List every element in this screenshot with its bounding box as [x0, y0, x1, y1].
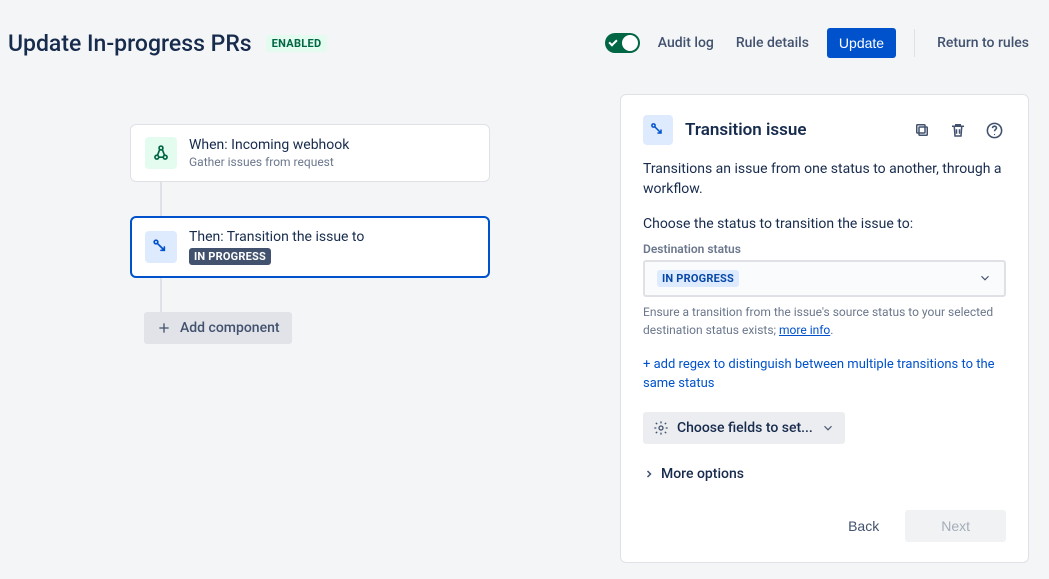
action-status-lozenge: IN PROGRESS: [189, 248, 271, 265]
transition-icon: [145, 231, 177, 263]
add-component-button[interactable]: Add component: [144, 312, 292, 344]
update-button[interactable]: Update: [827, 28, 896, 58]
webhook-icon: [145, 137, 177, 169]
header-bar: Update In-progress PRs ENABLED Audit log…: [0, 0, 1049, 74]
page-title: Update In-progress PRs: [8, 30, 252, 57]
choose-fields-label: Choose fields to set...: [677, 420, 813, 436]
divider: [914, 29, 915, 57]
chevron-down-icon: [978, 271, 992, 285]
rule-details-link[interactable]: Rule details: [732, 29, 813, 57]
more-options-toggle[interactable]: More options: [643, 466, 1006, 482]
component-panel: Transition issue Transitions: [620, 94, 1029, 563]
panel-title: Transition issue: [685, 120, 898, 140]
trigger-subtitle: Gather issues from request: [189, 155, 475, 169]
plus-icon: [156, 320, 172, 336]
chevron-down-icon: [821, 421, 835, 435]
destination-status-value: IN PROGRESS: [657, 270, 739, 287]
connector-line: [130, 278, 490, 312]
trigger-title: When: Incoming webhook: [189, 137, 475, 153]
action-title: Then: Transition the issue to: [189, 229, 475, 245]
chevron-right-icon: [643, 468, 655, 480]
panel-description: Transitions an issue from one status to …: [643, 159, 1006, 200]
enabled-badge: ENABLED: [266, 35, 328, 52]
gear-icon: [653, 420, 669, 436]
add-component-label: Add component: [180, 320, 280, 336]
transition-icon: [643, 115, 673, 145]
return-to-rules-link[interactable]: Return to rules: [933, 29, 1033, 57]
destination-status-select[interactable]: IN PROGRESS: [643, 260, 1006, 297]
audit-log-link[interactable]: Audit log: [654, 29, 718, 57]
rule-flow: When: Incoming webhook Gather issues fro…: [20, 94, 600, 563]
duplicate-icon[interactable]: [910, 118, 934, 142]
back-button[interactable]: Back: [834, 510, 893, 542]
destination-status-label: Destination status: [643, 242, 1006, 256]
choose-fields-button[interactable]: Choose fields to set...: [643, 412, 845, 444]
connector-line: [130, 182, 490, 216]
choose-status-label: Choose the status to transition the issu…: [643, 216, 1006, 232]
action-card[interactable]: Then: Transition the issue to IN PROGRES…: [130, 216, 490, 278]
help-icon[interactable]: [982, 118, 1006, 142]
destination-helper-text: Ensure a transition from the issue's sou…: [643, 303, 1006, 339]
next-button[interactable]: Next: [905, 510, 1006, 542]
add-regex-link[interactable]: + add regex to distinguish between multi…: [643, 355, 1006, 394]
more-options-label: More options: [661, 466, 744, 482]
more-info-link[interactable]: more info: [779, 323, 830, 337]
rule-enabled-toggle[interactable]: [605, 33, 640, 53]
delete-icon[interactable]: [946, 118, 970, 142]
trigger-card[interactable]: When: Incoming webhook Gather issues fro…: [130, 124, 490, 182]
